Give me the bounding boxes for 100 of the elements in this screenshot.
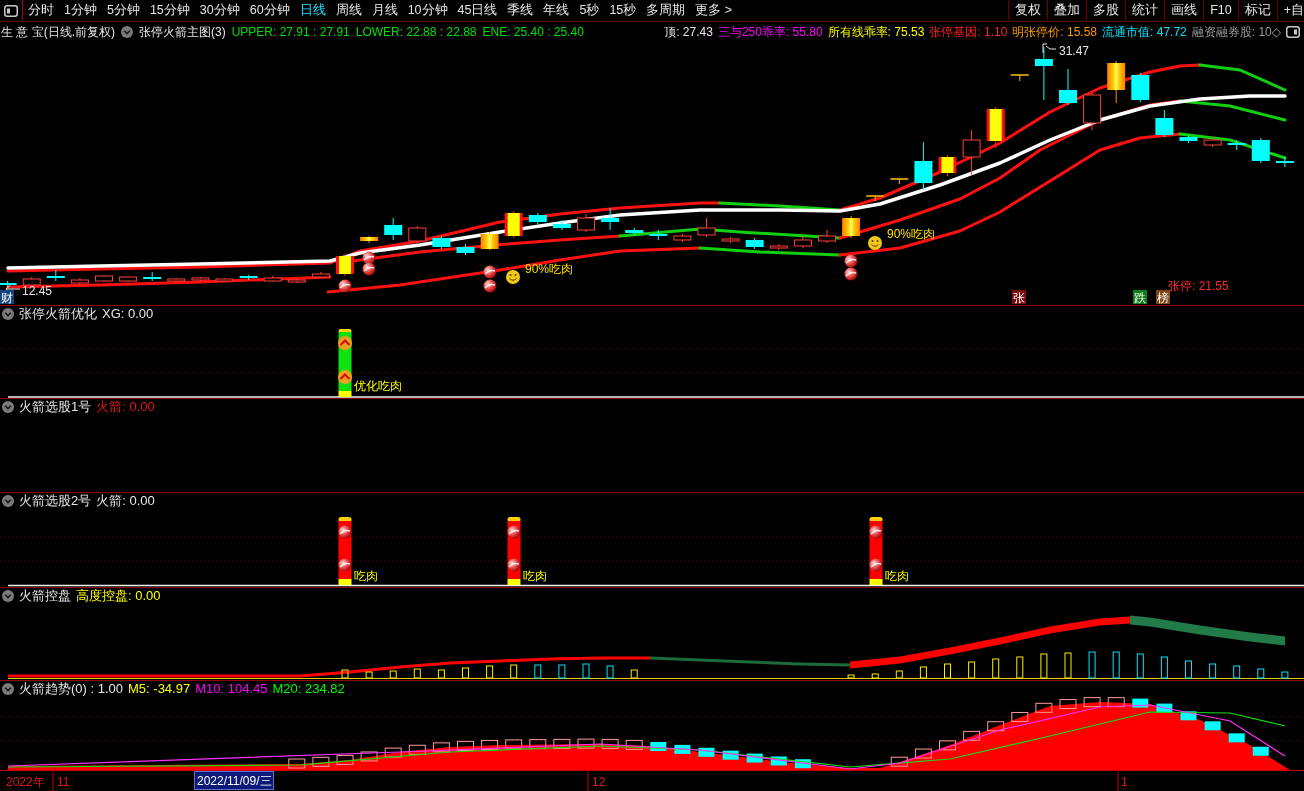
period-tab[interactable]: 周线 (330, 0, 367, 21)
toolbar-button[interactable]: 画线 (1164, 0, 1204, 21)
candlestick (1010, 74, 1030, 82)
ball-icon (869, 525, 883, 539)
trend-candle (360, 751, 378, 762)
smiley-icon (506, 270, 520, 284)
period-tab[interactable]: 15分钟 (144, 0, 195, 21)
period-tab[interactable]: 30分钟 (194, 0, 245, 21)
ball-icon (507, 525, 521, 539)
toolbar-button[interactable]: 叠加 (1047, 0, 1087, 21)
signal-label: 优化吃肉 (354, 379, 402, 393)
candlestick (143, 271, 162, 282)
trend-candle (650, 742, 667, 751)
collapse-icon[interactable] (2, 495, 14, 507)
axis-label: 12 (592, 775, 606, 789)
toolbar-button[interactable]: 多股 (1086, 0, 1126, 21)
high-price-label: 31.47 (1059, 44, 1090, 58)
period-tab[interactable]: 10分钟 (402, 0, 453, 21)
toolbar-button[interactable]: 统计 (1125, 0, 1165, 21)
candlestick (215, 277, 234, 283)
indicator-readout: XG: 0.00 (102, 306, 154, 322)
ball-icon (362, 262, 376, 276)
trend-candle (674, 744, 691, 754)
candlestick (1059, 68, 1077, 106)
panel-toggle-icon[interactable] (1286, 26, 1300, 38)
ball-icon (844, 254, 858, 268)
toolbar-button[interactable]: F10 (1203, 0, 1238, 21)
strength-bar (1160, 656, 1168, 679)
candlestick (962, 129, 981, 176)
stat-readout: 明张停价: 15.58 (1012, 24, 1098, 41)
trend-candle (914, 748, 932, 759)
toolbar-button[interactable]: 标记 (1237, 0, 1277, 21)
toolbar-button[interactable]: 复权 (1008, 0, 1048, 21)
trend-candle (963, 730, 981, 741)
strength-bar (413, 668, 421, 679)
candlestick (1083, 92, 1102, 131)
collapse-icon[interactable] (121, 26, 133, 38)
strength-bar (510, 664, 518, 679)
collapse-icon[interactable] (2, 401, 14, 413)
candlestick (577, 213, 595, 233)
strength-bar (1209, 663, 1217, 679)
trend-candle (1083, 697, 1101, 708)
strength-bar (895, 670, 903, 679)
period-tab[interactable]: 45日线 (452, 0, 503, 21)
candlestick (167, 277, 186, 283)
security-title: 生 意 宝(日线.前复权) (1, 24, 115, 41)
trend-candle (1204, 721, 1221, 731)
strength-bar (606, 665, 614, 679)
strength-bar (919, 666, 927, 679)
ball-icon (483, 279, 497, 293)
candlestick (504, 210, 523, 239)
period-tab[interactable]: 60分钟 (244, 0, 295, 21)
candlestick (336, 253, 354, 277)
ball-icon (869, 558, 883, 572)
candlestick (70, 277, 89, 285)
stat-readout: 张停基因: 1.10 (929, 24, 1008, 41)
signal-label: 吃肉 (523, 569, 547, 583)
period-tab[interactable]: 日线 (294, 0, 331, 21)
collapse-icon[interactable] (2, 683, 14, 695)
ball-icon (507, 558, 521, 572)
strength-bar (1088, 651, 1096, 679)
strength-bar (437, 669, 445, 679)
more-menu[interactable]: 更多 > (690, 0, 738, 21)
strength-bar (1040, 653, 1048, 679)
trend-candle (601, 738, 619, 749)
strength-bar (558, 664, 566, 679)
marker-tag: 张 (1012, 290, 1026, 305)
candlestick (432, 235, 451, 250)
collapse-icon[interactable] (2, 590, 14, 602)
period-tab[interactable]: 月线 (366, 0, 403, 21)
candlestick (46, 269, 65, 282)
candlestick (745, 237, 764, 250)
period-tab[interactable]: 多周期 (641, 0, 691, 21)
panel-toggle-icon[interactable] (4, 4, 18, 17)
strength-bar (1064, 652, 1072, 679)
period-tab[interactable]: 1分钟 (59, 0, 102, 21)
panel-title: 火箭趋势(0) : 1.00 (19, 681, 124, 697)
candlestick (1034, 46, 1053, 101)
period-tab[interactable]: 15秒 (604, 0, 642, 21)
trend-candle (890, 756, 908, 767)
candlestick (938, 154, 957, 177)
toolbar-button[interactable]: +自 (1276, 0, 1304, 21)
collapse-icon[interactable] (2, 308, 14, 320)
candlestick (95, 274, 113, 283)
candlestick (1155, 109, 1174, 138)
smiley-icon (868, 236, 882, 250)
period-tab[interactable]: 5秒 (574, 0, 605, 21)
period-tab[interactable]: 分时 (23, 0, 59, 21)
trend-candle (1252, 746, 1269, 756)
candlestick (793, 235, 812, 249)
period-tab[interactable]: 5分钟 (101, 0, 145, 21)
indicator-readout: 火箭: 0.00 (96, 493, 155, 509)
trend-candle (1059, 699, 1077, 710)
pointer-arrow-icon (5, 285, 21, 293)
period-tab[interactable]: 年线 (538, 0, 575, 21)
trend-candle (1107, 697, 1125, 708)
period-tab[interactable]: 季线 (502, 0, 539, 21)
candlestick (0, 280, 17, 288)
indicator-readout: ENE: 25.40 : 25.40 (482, 24, 584, 41)
marker-tag: 财 (0, 290, 14, 305)
